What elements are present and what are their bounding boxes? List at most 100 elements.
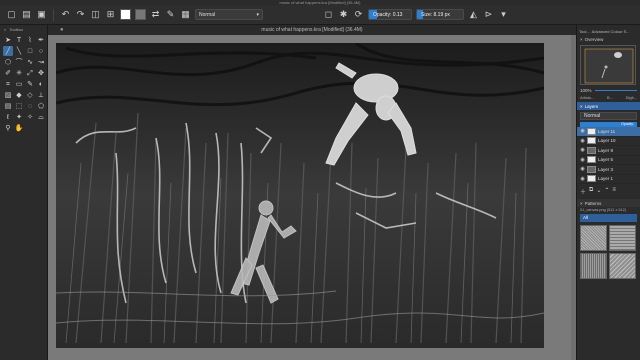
- text-tool-icon[interactable]: T: [14, 35, 24, 45]
- polygon-tool-icon[interactable]: ⬡: [3, 57, 13, 67]
- layer-row[interactable]: ◉ Layer 11: [577, 127, 640, 137]
- visibility-eye-icon[interactable]: ◉: [580, 138, 585, 144]
- visibility-eye-icon[interactable]: ◉: [580, 157, 585, 163]
- pattern-filter-select[interactable]: All: [580, 214, 637, 222]
- move-layer-down-icon[interactable]: ⌄: [596, 187, 601, 196]
- layer-row[interactable]: ◉ Layer 5: [577, 156, 640, 165]
- gradient-tool-icon[interactable]: ▭: [14, 79, 24, 89]
- overview-zoom[interactable]: 100%: [577, 87, 640, 94]
- mirror-vertical-icon[interactable]: ⊳: [483, 9, 494, 20]
- document-tab-title[interactable]: music of what happens.kra [Modified] (36…: [261, 27, 362, 33]
- undo-icon[interactable]: ↶: [60, 9, 71, 20]
- similar-select-icon[interactable]: ✧: [25, 112, 35, 122]
- close-document-icon[interactable]: ●: [60, 27, 64, 33]
- close-icon[interactable]: ×: [580, 104, 583, 109]
- tab-digital[interactable]: Digit...: [626, 95, 637, 100]
- layer-row[interactable]: ◉ Layer 1: [577, 175, 640, 184]
- background-color-swatch[interactable]: [135, 9, 146, 20]
- add-layer-icon[interactable]: ＋: [580, 187, 586, 196]
- chevron-down-icon[interactable]: ▾: [498, 9, 509, 20]
- layer-actions: ＋ ⧉ ⌄ ⌃ ≡: [577, 184, 640, 199]
- pattern-swatch[interactable]: [580, 253, 607, 279]
- tab-advanced-colour[interactable]: Advanced Colour S...: [592, 29, 630, 34]
- layer-blend-mode-select[interactable]: Normal: [580, 112, 637, 120]
- redo-icon[interactable]: ↷: [75, 9, 86, 20]
- bezier-tool-icon[interactable]: ∿: [25, 57, 35, 67]
- transform-tool-icon[interactable]: ⤢: [25, 68, 35, 78]
- tab-artists[interactable]: Artists...: [580, 95, 594, 100]
- mirror-horizontal-icon[interactable]: ◭: [468, 9, 479, 20]
- tab-tool-options[interactable]: Tool...: [579, 29, 590, 34]
- layer-properties-icon[interactable]: ≡: [612, 187, 616, 196]
- freehand-path-icon[interactable]: ↝: [36, 57, 46, 67]
- edit-shapes-icon[interactable]: ⌇: [25, 35, 35, 45]
- zoom-tool-icon[interactable]: ⚲: [3, 123, 13, 133]
- visibility-eye-icon[interactable]: ◉: [580, 166, 585, 172]
- brush-editor-icon[interactable]: ▦: [180, 9, 191, 20]
- close-icon[interactable]: ×: [580, 37, 583, 42]
- pattern-swatch[interactable]: [609, 253, 636, 279]
- contiguous-select-icon[interactable]: ✦: [14, 112, 24, 122]
- pattern-swatch[interactable]: [580, 225, 607, 251]
- overview-thumbnail[interactable]: [580, 45, 636, 85]
- multibrush-icon[interactable]: ✳: [14, 68, 24, 78]
- bezier-select-icon[interactable]: ⌓: [36, 112, 46, 122]
- open-document-icon[interactable]: ▤: [21, 9, 32, 20]
- fill-gradients-icon[interactable]: ◫: [90, 9, 101, 20]
- brush-preset-icon[interactable]: ✎: [165, 9, 176, 20]
- reload-preset-icon[interactable]: ⟳: [353, 9, 364, 20]
- zoom-slider[interactable]: [594, 90, 637, 91]
- color-picker-icon[interactable]: ✎: [25, 79, 35, 89]
- layer-thumbnail: [587, 146, 596, 154]
- new-document-icon[interactable]: ▢: [6, 9, 17, 20]
- visibility-eye-icon[interactable]: ◉: [580, 147, 585, 153]
- opacity-slider[interactable]: Opacity: 0.13: [368, 9, 412, 20]
- layer-row[interactable]: ◉ Layer 3: [577, 165, 640, 175]
- tab-b[interactable]: B...: [607, 95, 613, 100]
- ellipse-tool-icon[interactable]: ○: [36, 46, 46, 56]
- close-icon[interactable]: ×: [580, 201, 583, 206]
- polygon-select-icon[interactable]: ⬠: [36, 101, 46, 111]
- painting-canvas[interactable]: [56, 43, 544, 348]
- rectangle-tool-icon[interactable]: □: [25, 46, 35, 56]
- move-layer-up-icon[interactable]: ⌃: [604, 187, 609, 196]
- fill-patterns-icon[interactable]: ⊞: [105, 9, 116, 20]
- layer-thumbnail: [587, 137, 596, 145]
- visibility-eye-icon[interactable]: ◉: [580, 128, 585, 134]
- duplicate-layer-icon[interactable]: ⧉: [589, 187, 593, 196]
- freehand-select-icon[interactable]: ℓ: [3, 112, 13, 122]
- layer-name: Layer 9: [598, 147, 614, 153]
- swap-colors-icon[interactable]: ⇄: [150, 9, 161, 20]
- ellipse-select-icon[interactable]: ◌: [25, 101, 35, 111]
- krita-window: music of what happens.kra [Modified] (36…: [0, 0, 640, 360]
- fill-tool-icon[interactable]: ◆: [14, 90, 24, 100]
- foreground-color-swatch[interactable]: [120, 9, 131, 20]
- pan-tool-icon[interactable]: ✋: [14, 123, 24, 133]
- polyline-tool-icon[interactable]: ⌒: [14, 57, 24, 67]
- line-tool-icon[interactable]: ╲: [14, 46, 24, 56]
- calligraphy-icon[interactable]: ✒: [36, 35, 46, 45]
- save-icon[interactable]: ▣: [36, 9, 47, 20]
- pattern-swatch[interactable]: [609, 225, 636, 251]
- smart-patch-icon[interactable]: ▨: [3, 90, 13, 100]
- preserve-alpha-icon[interactable]: ✱: [338, 9, 349, 20]
- select-shapes-icon[interactable]: ➤: [3, 35, 13, 45]
- size-slider[interactable]: Size: 8.19 px: [416, 9, 464, 20]
- measure-tool-icon[interactable]: ⟂: [36, 90, 46, 100]
- canvas-viewport[interactable]: [48, 35, 576, 360]
- visibility-eye-icon[interactable]: ◉: [580, 176, 585, 182]
- layer-row[interactable]: ◉ Layer 9: [577, 146, 640, 156]
- dynamic-brush-icon[interactable]: ✐: [3, 68, 13, 78]
- move-tool-icon[interactable]: ✥: [36, 68, 46, 78]
- pattern-filename: 01_canvas.png (512 x 512): [580, 208, 627, 212]
- eraser-mode-icon[interactable]: ◻: [323, 9, 334, 20]
- layer-row[interactable]: ◉ Layer 10: [577, 137, 640, 146]
- freehand-brush-icon[interactable]: ╱: [3, 46, 13, 56]
- reference-images-icon[interactable]: ▤: [3, 101, 13, 111]
- rectangle-select-icon[interactable]: ⬚: [14, 101, 24, 111]
- blend-mode-select[interactable]: Normal ▾: [195, 9, 263, 20]
- close-icon[interactable]: ×: [4, 27, 6, 32]
- crop-tool-icon[interactable]: ⌗: [3, 79, 13, 89]
- colorize-mask-icon[interactable]: ◐: [36, 79, 46, 89]
- assistant-tool-icon[interactable]: ◇: [25, 90, 35, 100]
